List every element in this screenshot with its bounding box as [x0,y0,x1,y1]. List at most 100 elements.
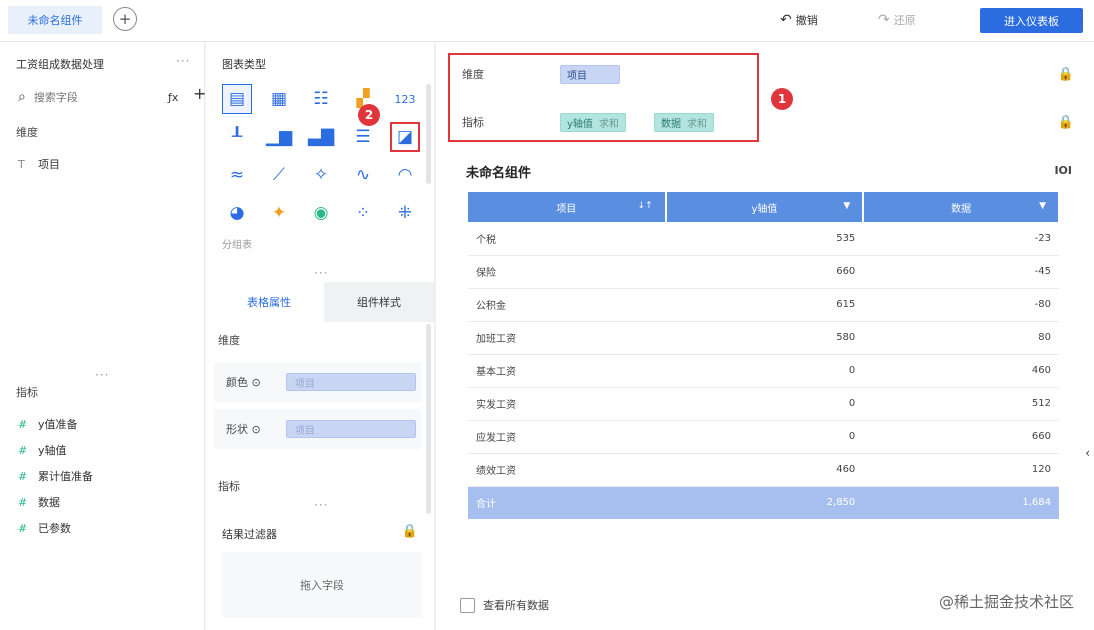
enter-dashboard-button[interactable]: 进入仪表板 [980,8,1083,33]
bubble-chart-icon[interactable]: ⁜ [390,198,420,228]
line-chart-icon[interactable]: ⟋ [264,160,294,190]
column-header-item[interactable]: 项目 ↓↑ [468,192,667,222]
color-prop-label: 颜色 ⊙ [226,376,261,389]
measure-section-label: 指标 [16,386,38,399]
more-icon[interactable]: ··· [176,54,190,68]
undo-icon: ↶ [780,12,792,28]
chevron-left-icon[interactable]: ‹ [1085,446,1090,460]
table-cell: 80 [863,321,1059,355]
table-cell: 应发工资 [468,420,666,454]
rose-chart-icon[interactable]: ✦ [264,198,294,228]
number-type-icon: # [18,417,28,431]
pie-chart-icon[interactable]: ◕ [222,198,252,228]
detail-table-icon[interactable]: ☷ [306,84,336,114]
wave-chart-icon[interactable]: ≈ [222,160,252,190]
measure-prop-label: 指标 [218,480,240,493]
dataset-title: 工资组成数据处理 [16,58,104,71]
table-row: 基本工资 0 460 [468,354,1059,388]
number-type-icon: # [18,469,28,483]
cross-table-icon[interactable]: ▦ [264,84,294,114]
table-cell: 120 [863,453,1059,487]
table-row: 应发工资 0 660 [468,420,1059,454]
number-type-icon: # [18,443,28,457]
table-cell: -23 [863,222,1059,256]
radar-chart-icon[interactable]: ✧ [306,160,336,190]
show-all-data-toggle[interactable]: 查看所有数据 [460,597,549,613]
measure-field-item[interactable]: # 数据 [18,494,60,510]
redo-icon: ↷ [878,12,890,28]
undo-button[interactable]: ↶ 撤销 [780,12,818,28]
resize-handle[interactable]: ··· [314,266,328,280]
top-toolbar: 未命名组件 + ↶ 撤销 ↷ 还原 进入仪表板 [0,0,1094,42]
add-tab-button[interactable]: + [113,7,137,31]
lock-icon[interactable]: 🔒 [1058,115,1074,130]
table-row: 保险 660 -45 [468,255,1059,289]
resize-handle[interactable]: ··· [95,368,109,382]
lock-icon[interactable]: 🔒 [402,524,418,539]
total-cell: 1,684 [863,486,1059,519]
chart-type-title: 图表类型 [222,58,266,71]
measure-field-item[interactable]: # 已参数 [18,520,71,536]
widget-title: 未命名组件 [466,166,532,181]
column-header-y-axis[interactable]: y轴值 ▼ [665,192,865,222]
tab-unnamed-component[interactable]: 未命名组件 [8,6,102,34]
waterfall-chart-icon[interactable]: ◪ [390,122,420,152]
measure-field-item[interactable]: # y值准备 [18,416,78,432]
show-all-checkbox[interactable] [460,597,475,613]
tab-component-style[interactable]: 组件样式 [324,282,434,322]
tab-table-properties[interactable]: 表格属性 [214,282,324,322]
result-filter-title: 结果过滤器 [222,528,277,541]
bar-chart-icon[interactable]: ┸ [222,122,252,152]
total-cell: 2,850 [665,486,864,519]
scatter-chart-icon[interactable]: ⁘ [348,198,378,228]
measure-field-item[interactable]: # 累计值准备 [18,468,93,484]
table-cell: 660 [863,420,1059,454]
search-input[interactable] [33,90,134,104]
field-label: 项目 [38,158,60,171]
grouped-table: 项目 ↓↑ y轴值 ▼ 数据 ▼ 个税 535 -23 保险 660 -45 公… [468,192,1060,519]
field-label: 数据 [38,496,60,509]
redo-button[interactable]: ↷ 还原 [878,12,916,28]
table-cell: 512 [863,387,1059,421]
dimension-prop-label: 维度 [218,334,240,347]
chart-grid-scrollbar[interactable] [426,84,431,184]
config-tabs: 表格属性 组件样式 [214,282,434,322]
column-header-data[interactable]: 数据 ▼ [863,192,1060,222]
table-cell: 580 [665,321,864,355]
grouped-column-icon[interactable]: ▃▇ [306,122,336,152]
add-field-icon[interactable]: + [193,84,206,103]
props-scrollbar[interactable] [426,324,431,514]
caret-down-icon[interactable]: ▼ [843,201,850,211]
color-field-slot[interactable]: 项目 [286,373,416,391]
measure-field-item[interactable]: # y轴值 [18,442,67,458]
column-chart-icon[interactable]: ▁▆ [264,122,294,152]
donut-chart-icon[interactable]: ◉ [306,198,336,228]
area-chart-icon[interactable]: ∿ [348,160,378,190]
table-cell: 个税 [468,222,666,256]
number-type-icon: # [18,495,28,509]
table-cell: 0 [665,387,864,421]
table-row: 加班工资 580 80 [468,321,1059,355]
filter-drop-zone[interactable]: 拖入字段 [222,552,422,618]
search-icon: ⌕ [18,89,26,105]
grouped-table-icon[interactable]: ▤ [222,84,252,114]
total-cell: 合计 [468,486,666,519]
widget-settings-icon[interactable]: IOI [1054,164,1072,177]
table-cell: 0 [665,354,864,388]
lock-icon[interactable]: 🔒 [1058,67,1074,82]
gauge-chart-icon[interactable]: ◠ [390,160,420,190]
field-label: 已参数 [38,522,71,535]
sort-icon[interactable]: ↓↑ [638,201,653,211]
shape-field-slot[interactable]: 项目 [286,420,416,438]
stacked-bar-icon[interactable]: ☰ [348,122,378,152]
app-root: 未命名组件 + ↶ 撤销 ↷ 还原 进入仪表板 工资组成数据处理 ··· ⌕ ƒ… [0,0,1094,630]
dimension-field-item[interactable]: T 项目 [18,156,60,172]
resize-handle[interactable]: ··· [314,498,328,512]
undo-label: 撤销 [795,14,818,27]
table-total-row: 合计 2,850 1,684 [468,486,1059,519]
show-all-label: 查看所有数据 [483,599,549,612]
kpi-number-icon[interactable]: 123 [390,84,420,114]
caret-down-icon[interactable]: ▼ [1039,201,1046,211]
formula-icon[interactable]: ƒx [168,91,178,104]
table-row: 实发工资 0 512 [468,387,1059,421]
